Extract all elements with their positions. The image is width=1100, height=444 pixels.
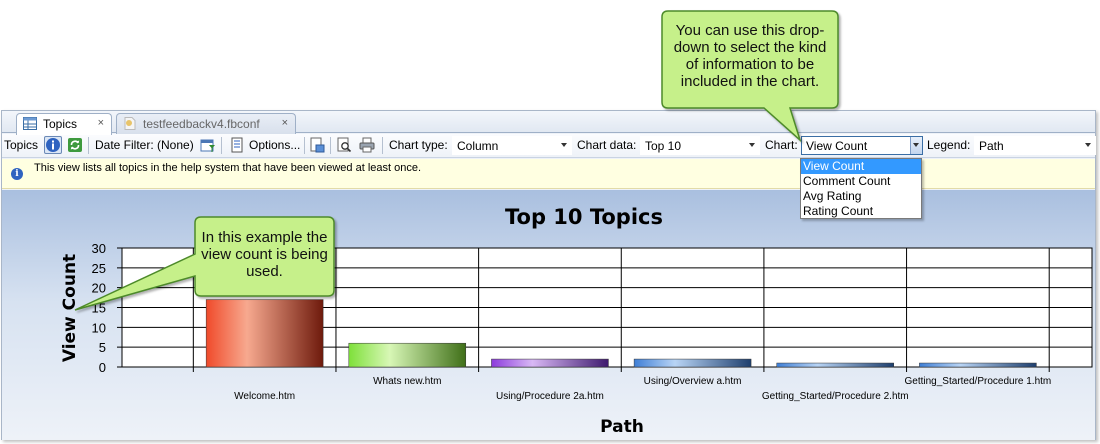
info-icon: i [11, 168, 23, 180]
info-icon [46, 138, 60, 152]
grid-icon [23, 117, 37, 130]
chart-data-select[interactable]: Top 10 [640, 136, 760, 155]
tab-feedback-config[interactable]: testfeedbackv4.fbconf × [116, 113, 296, 134]
tab-topics-label: Topics [43, 117, 78, 131]
legend-value: Path [979, 139, 1004, 153]
dropdown-option[interactable]: Comment Count [801, 174, 921, 189]
toolbar-separator [304, 137, 305, 154]
y-tick-label: 0 [99, 360, 106, 375]
x-tick-label: Welcome.htm [234, 391, 295, 402]
bar [776, 362, 894, 368]
calendar-filter-icon [200, 139, 215, 152]
chevron-down-icon [749, 143, 755, 147]
chart-type-select[interactable]: Column [452, 136, 572, 155]
chart-data-label: Chart data: [577, 138, 637, 152]
chart-dropdown-list[interactable]: View Count Comment Count Avg Rating Rating … [800, 158, 922, 219]
top-callout-text: You can use this drop-down to select the… [673, 22, 827, 90]
date-filter-button[interactable] [199, 136, 217, 154]
chart-data-value: Top 10 [645, 139, 682, 153]
export-icon [310, 137, 325, 153]
date-filter-label[interactable]: Date Filter: (None) [95, 138, 194, 152]
chevron-down-icon [1085, 143, 1091, 147]
x-axis-label: Path [600, 417, 644, 437]
y-tick-label: 20 [92, 281, 106, 296]
dropdown-option[interactable]: Avg Rating [801, 189, 921, 204]
toolbar-separator [88, 137, 89, 154]
options-button[interactable]: Options... [249, 138, 300, 152]
x-tick-label: Whats new.htm [373, 376, 441, 387]
printer-icon [359, 137, 375, 153]
options-icon [231, 137, 243, 153]
x-tick-label: Using/Overview a.htm [644, 376, 742, 387]
y-tick-label: 15 [92, 301, 106, 316]
legend-label: Legend: [927, 138, 971, 152]
bar [919, 362, 1037, 368]
toolbar-separator [330, 137, 331, 154]
y-tick-label: 5 [99, 340, 106, 355]
document-icon [124, 117, 136, 130]
toolbar: Topics Date Filter: (None) Options... Ch… [2, 134, 1096, 158]
bar [348, 342, 467, 368]
chart-type-value: Column [457, 139, 499, 153]
y-axis-label: View Count [60, 254, 80, 362]
chevron-down-icon [913, 143, 919, 147]
left-callout-text: In this example the view count is being … [201, 229, 328, 280]
chart-value: View Count [806, 139, 868, 153]
bar [205, 299, 324, 368]
legend-select[interactable]: Path [974, 136, 1096, 155]
x-tick-label: Getting_Started/Procedure 2.htm [762, 391, 909, 402]
report-window: Topics × testfeedbackv4.fbconf × Topics [1, 110, 1096, 440]
refresh-button[interactable] [66, 136, 84, 154]
x-tick-label: Using/Procedure 2a.htm [496, 391, 604, 402]
options-button-icon[interactable] [228, 136, 246, 154]
tab-close-icon[interactable]: × [98, 117, 104, 129]
print-preview-icon [337, 137, 352, 153]
tab-feedback-config-label: testfeedbackv4.fbconf [143, 117, 260, 131]
chart-select[interactable]: View Count [801, 136, 923, 155]
chart-label: Chart: [765, 138, 798, 152]
refresh-icon [68, 138, 82, 152]
tab-close-icon[interactable]: × [282, 117, 288, 129]
info-text: This view lists all topics in the help s… [34, 162, 422, 174]
chart-title: Top 10 Topics [505, 205, 663, 229]
y-tick-label: 30 [92, 241, 106, 256]
bar [491, 358, 609, 368]
print-preview-button[interactable] [335, 136, 353, 154]
print-button[interactable] [358, 136, 376, 154]
dropdown-option[interactable]: Rating Count [801, 204, 921, 219]
chevron-down-icon [561, 143, 567, 147]
tab-topics[interactable]: Topics × [16, 113, 112, 135]
tab-strip: Topics × testfeedbackv4.fbconf × [2, 111, 1095, 135]
topics-label: Topics [4, 138, 39, 152]
chart-type-label: Chart type: [389, 138, 448, 152]
export-button[interactable] [308, 136, 326, 154]
bar [633, 358, 752, 368]
column-chart: Top 10 Topics 0 5 10 15 20 25 30 Welcome.htm What… [60, 205, 1093, 437]
dropdown-option[interactable]: View Count [801, 159, 921, 174]
x-tick-label: Getting_Started/Procedure 1.htm [905, 376, 1052, 387]
info-toggle-button[interactable] [44, 136, 62, 154]
chart-area: Top 10 Topics 0 5 10 15 20 25 30 Welcome.htm What… [2, 190, 1095, 440]
y-tick-label: 25 [92, 261, 106, 276]
toolbar-separator [382, 137, 383, 154]
info-bar: i This view lists all topics in the help… [2, 159, 1095, 189]
toolbar-separator [221, 137, 222, 154]
y-tick-label: 10 [92, 320, 106, 335]
